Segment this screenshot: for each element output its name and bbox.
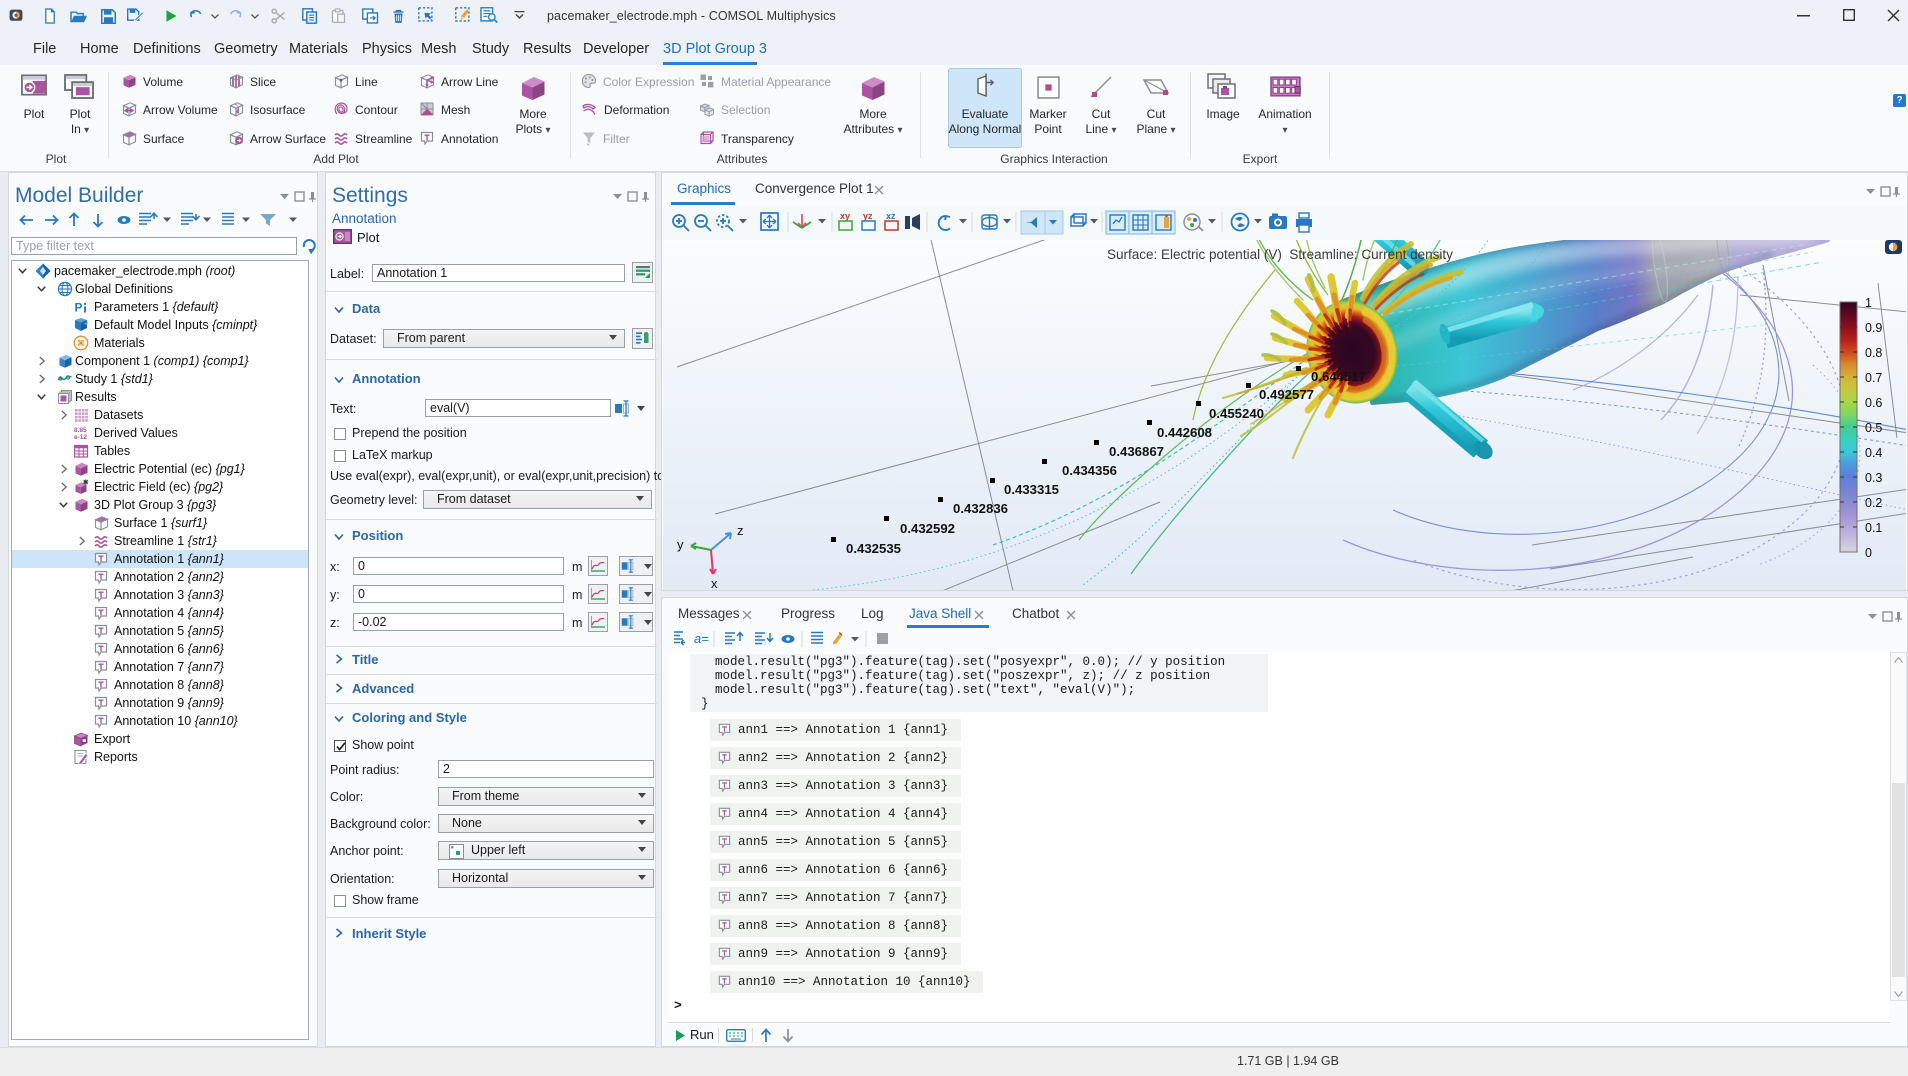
svg-text:xz: xz — [886, 211, 896, 221]
svg-text:yz: yz — [863, 211, 873, 221]
svg-text:0.8: 0.8 — [1865, 346, 1882, 360]
svg-text:a=: a= — [694, 631, 709, 646]
svg-text:0.3: 0.3 — [1865, 471, 1882, 485]
svg-text:xy: xy — [840, 211, 850, 221]
svg-text:0.2: 0.2 — [1865, 496, 1882, 510]
svg-text:0.455240: 0.455240 — [1209, 406, 1264, 421]
svg-text:z: z — [737, 523, 744, 538]
svg-text:0.436867: 0.436867 — [1109, 444, 1164, 459]
svg-text:0.492577: 0.492577 — [1259, 387, 1314, 402]
svg-text:x: x — [711, 576, 718, 590]
svg-text:0.4: 0.4 — [1865, 446, 1882, 460]
svg-text:0.433315: 0.433315 — [1004, 482, 1059, 497]
svg-text:Surface: Electric potential (V: Surface: Electric potential (V) Streamli… — [1107, 247, 1453, 262]
svg-text:0.9: 0.9 — [1865, 321, 1882, 335]
svg-text:0.1: 0.1 — [1865, 521, 1882, 535]
svg-text:0.432535: 0.432535 — [846, 541, 901, 556]
svg-text:1: 1 — [1865, 296, 1872, 310]
svg-text:0.5: 0.5 — [1865, 421, 1882, 435]
svg-text:0.432592: 0.432592 — [900, 521, 955, 536]
svg-text:0.442608: 0.442608 — [1157, 425, 1212, 440]
svg-text:0.6: 0.6 — [1865, 396, 1882, 410]
svg-text:0.432836: 0.432836 — [953, 501, 1008, 516]
svg-text:0.434356: 0.434356 — [1062, 463, 1117, 478]
svg-text:y: y — [677, 537, 684, 552]
svg-text:0.644517: 0.644517 — [1311, 369, 1366, 384]
svg-text:0: 0 — [1865, 546, 1872, 560]
svg-text:0.7: 0.7 — [1865, 371, 1882, 385]
